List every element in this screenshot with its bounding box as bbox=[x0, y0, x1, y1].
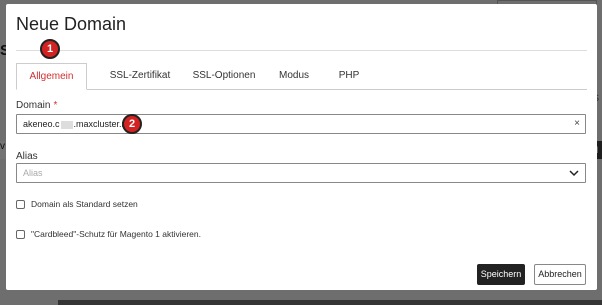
step-marker-1: 1 bbox=[40, 39, 60, 59]
cardbleed-option[interactable]: "Cardbleed"-Schutz für Magento 1 aktivie… bbox=[16, 228, 201, 240]
required-marker: * bbox=[53, 100, 58, 111]
title-divider bbox=[16, 50, 587, 51]
chevron-down-icon[interactable] bbox=[569, 168, 579, 178]
cardbleed-label: "Cardbleed"-Schutz für Magento 1 aktivie… bbox=[31, 229, 201, 239]
tab-ssl-optionen[interactable]: SSL-Optionen bbox=[184, 63, 264, 89]
default-domain-checkbox[interactable] bbox=[16, 200, 25, 210]
cancel-button[interactable]: Abbrechen bbox=[534, 264, 586, 285]
alias-placeholder: Alias bbox=[23, 168, 43, 178]
tab-php[interactable]: PHP bbox=[324, 63, 374, 89]
alias-label: Alias bbox=[16, 151, 38, 162]
tab-allgemein[interactable]: Allgemein bbox=[16, 63, 87, 90]
tab-bar: Allgemein SSL-Zertifikat SSL-Optionen Mo… bbox=[16, 63, 587, 90]
new-domain-dialog: Neue Domain Allgemein SSL-Zertifikat SSL… bbox=[6, 4, 597, 290]
tab-ssl-zertifikat[interactable]: SSL-Zertifikat bbox=[96, 63, 184, 89]
tab-modus[interactable]: Modus bbox=[264, 63, 324, 89]
default-domain-option[interactable]: Domain als Standard setzen bbox=[16, 198, 138, 210]
cardbleed-checkbox[interactable] bbox=[16, 230, 25, 240]
step-marker-2: 2 bbox=[122, 114, 142, 134]
alias-select[interactable]: Alias bbox=[16, 163, 586, 183]
save-button[interactable]: Speichern bbox=[477, 264, 525, 285]
clear-icon[interactable]: × bbox=[574, 115, 580, 133]
domain-input[interactable]: akeneo.c .maxcluster.net × bbox=[16, 114, 586, 134]
domain-label: Domain * bbox=[16, 100, 58, 111]
default-domain-label: Domain als Standard setzen bbox=[31, 199, 138, 209]
domain-value-prefix: akeneo.c bbox=[23, 119, 60, 129]
redacted-text bbox=[60, 120, 73, 129]
dialog-title: Neue Domain bbox=[16, 14, 127, 34]
